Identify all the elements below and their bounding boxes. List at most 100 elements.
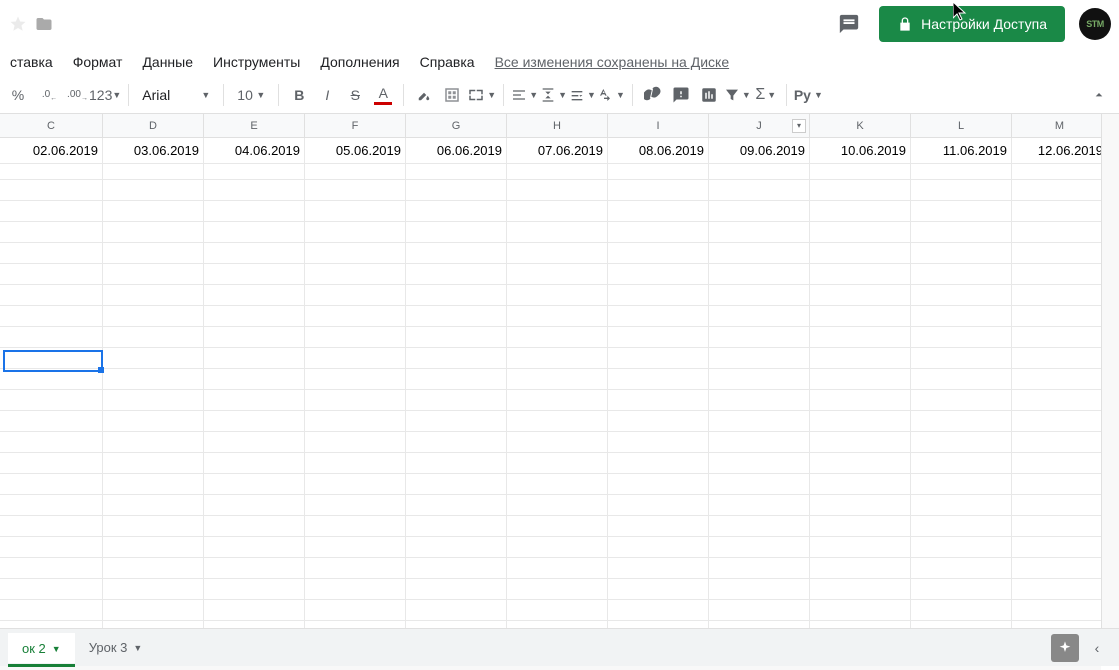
cell[interactable]	[103, 306, 204, 327]
cell[interactable]	[810, 474, 911, 495]
cell[interactable]	[709, 348, 810, 369]
cell[interactable]	[305, 201, 406, 222]
cell[interactable]	[204, 264, 305, 285]
cell[interactable]	[1012, 516, 1108, 537]
cell[interactable]	[1012, 474, 1108, 495]
cell[interactable]	[406, 495, 507, 516]
cell[interactable]	[103, 411, 204, 432]
cell[interactable]	[608, 600, 709, 621]
cell[interactable]	[305, 264, 406, 285]
insert-chart-button[interactable]	[696, 82, 722, 108]
cell[interactable]	[709, 369, 810, 390]
cell[interactable]	[608, 474, 709, 495]
cell[interactable]	[305, 474, 406, 495]
number-format[interactable]: 123▼	[89, 82, 121, 108]
cell[interactable]	[911, 243, 1012, 264]
column-header[interactable]: J▾	[709, 114, 810, 137]
cell[interactable]	[406, 306, 507, 327]
column-header[interactable]: G	[406, 114, 507, 137]
text-color-button[interactable]: A	[370, 82, 396, 108]
cell[interactable]	[305, 600, 406, 621]
cell[interactable]	[608, 411, 709, 432]
collapse-toolbar-button[interactable]	[1086, 82, 1112, 108]
cell[interactable]	[204, 222, 305, 243]
cell[interactable]	[608, 201, 709, 222]
cell[interactable]	[810, 432, 911, 453]
cell[interactable]	[305, 222, 406, 243]
cell[interactable]	[305, 243, 406, 264]
cell[interactable]	[507, 327, 608, 348]
cell[interactable]	[507, 579, 608, 600]
menu-help[interactable]: Справка	[410, 50, 485, 74]
cell[interactable]	[103, 600, 204, 621]
cell[interactable]	[608, 537, 709, 558]
insert-comment-button[interactable]	[668, 82, 694, 108]
cell[interactable]	[305, 453, 406, 474]
fill-color-button[interactable]	[411, 82, 437, 108]
cell[interactable]	[103, 180, 204, 201]
cell[interactable]	[204, 495, 305, 516]
menu-tools[interactable]: Инструменты	[203, 50, 310, 74]
cell[interactable]	[810, 453, 911, 474]
vertical-scrollbar[interactable]	[1101, 114, 1119, 644]
format-percent[interactable]: %	[5, 82, 31, 108]
cell[interactable]	[103, 369, 204, 390]
cell[interactable]	[0, 369, 103, 390]
cell[interactable]	[709, 327, 810, 348]
cell[interactable]	[911, 558, 1012, 579]
cell[interactable]	[507, 348, 608, 369]
cell[interactable]	[204, 180, 305, 201]
cell[interactable]	[305, 432, 406, 453]
cell[interactable]	[103, 558, 204, 579]
save-status[interactable]: Все изменения сохранены на Диске	[495, 54, 730, 70]
cell[interactable]	[1012, 537, 1108, 558]
cell[interactable]	[810, 537, 911, 558]
cell[interactable]	[709, 579, 810, 600]
cell[interactable]	[608, 369, 709, 390]
cell[interactable]	[911, 432, 1012, 453]
menu-insert[interactable]: ставка	[0, 50, 63, 74]
cell[interactable]	[507, 411, 608, 432]
cell[interactable]	[810, 201, 911, 222]
cell[interactable]	[810, 411, 911, 432]
cell[interactable]	[0, 243, 103, 264]
filter-button[interactable]: ▼	[724, 82, 751, 108]
cell[interactable]	[507, 432, 608, 453]
cell[interactable]	[1012, 201, 1108, 222]
cell[interactable]	[406, 516, 507, 537]
cell[interactable]	[911, 579, 1012, 600]
cell[interactable]	[1012, 411, 1108, 432]
cell[interactable]	[507, 453, 608, 474]
increase-decimal[interactable]: .00→	[61, 82, 87, 108]
cell[interactable]	[406, 390, 507, 411]
cell[interactable]	[608, 516, 709, 537]
cell[interactable]	[0, 390, 103, 411]
cell[interactable]	[406, 285, 507, 306]
cell[interactable]	[709, 600, 810, 621]
cell[interactable]	[204, 243, 305, 264]
cell[interactable]	[709, 432, 810, 453]
cell[interactable]	[204, 411, 305, 432]
cell[interactable]	[911, 516, 1012, 537]
cell[interactable]	[406, 579, 507, 600]
column-header[interactable]: L	[911, 114, 1012, 137]
cell[interactable]	[1012, 432, 1108, 453]
cell[interactable]	[0, 327, 103, 348]
cell[interactable]	[103, 579, 204, 600]
cell[interactable]	[406, 243, 507, 264]
cell[interactable]	[709, 390, 810, 411]
cell[interactable]	[507, 516, 608, 537]
cell[interactable]	[709, 495, 810, 516]
folder-icon[interactable]	[34, 14, 54, 34]
cell[interactable]	[507, 537, 608, 558]
cell[interactable]	[507, 201, 608, 222]
cell[interactable]	[507, 285, 608, 306]
cell[interactable]	[1012, 558, 1108, 579]
cell[interactable]	[608, 222, 709, 243]
cell[interactable]	[709, 264, 810, 285]
cell[interactable]	[305, 579, 406, 600]
cell[interactable]	[103, 474, 204, 495]
cell[interactable]	[0, 474, 103, 495]
cell[interactable]	[406, 180, 507, 201]
text-rotation-button[interactable]: ▼	[598, 82, 625, 108]
